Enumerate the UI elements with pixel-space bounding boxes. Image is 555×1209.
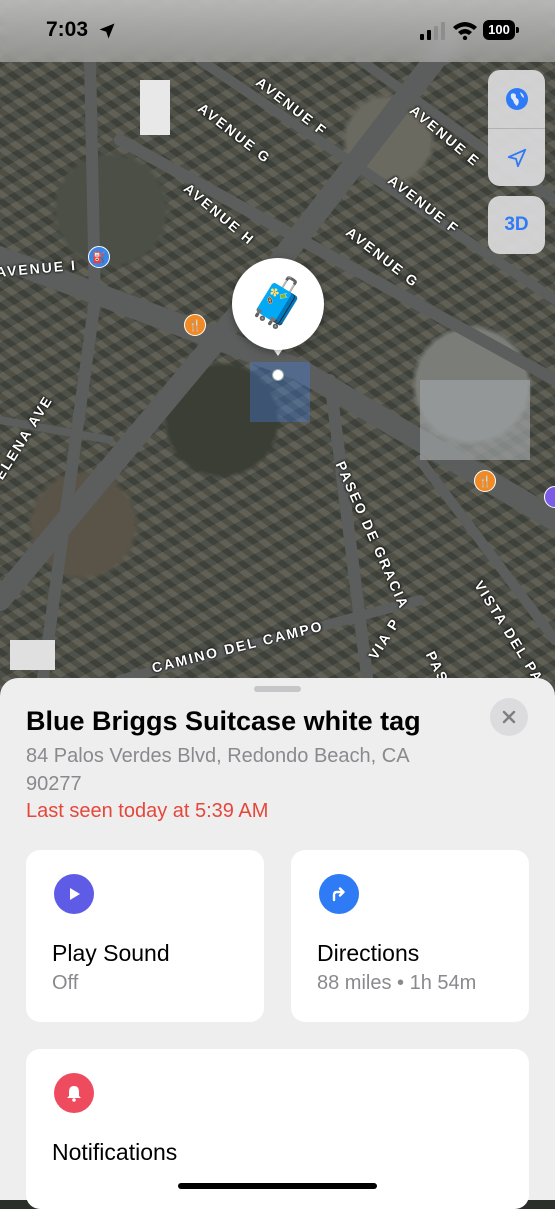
battery-indicator: 100 (483, 20, 519, 40)
status-bar: 7:03 100 (0, 0, 555, 62)
directions-card[interactable]: Directions 88 miles • 1h 54m (291, 850, 529, 1022)
cellular-signal-icon (420, 22, 445, 40)
wifi-icon (453, 22, 477, 40)
status-time: 7:03 (46, 18, 89, 41)
play-sound-status: Off (52, 972, 79, 994)
restaurant-icon[interactable]: 🍴 (474, 470, 496, 492)
track-location-button[interactable] (488, 128, 545, 186)
3d-toggle-button[interactable]: 3D (488, 196, 545, 254)
location-services-icon (99, 23, 115, 39)
globe-icon (505, 88, 528, 110)
item-address: 84 Palos Verdes Blvd, Redondo Beach, CA … (26, 745, 409, 795)
last-seen-text: Last seen today at 5:39 AM (26, 800, 269, 822)
directions-arrow-icon (319, 874, 359, 914)
location-arrow-icon (507, 148, 526, 168)
play-sound-title: Play Sound (52, 940, 170, 966)
map-style-button[interactable] (488, 70, 545, 128)
notifications-title: Notifications (52, 1139, 178, 1165)
directions-distance: 88 miles • 1h 54m (317, 972, 477, 994)
close-button[interactable] (490, 698, 528, 736)
item-location-dot (272, 369, 284, 381)
gas-station-icon[interactable]: ⛽ (88, 246, 110, 268)
restaurant-icon[interactable]: 🍴 (184, 314, 206, 336)
satellite-map[interactable]: AVENUE F AVENUE G AVENUE H AVENUE E AVEN… (0, 0, 555, 700)
suitcase-icon: 🧳 (248, 277, 308, 330)
bell-icon (54, 1073, 94, 1113)
play-icon (54, 874, 94, 914)
map-controls (488, 70, 545, 186)
home-indicator[interactable] (178, 1183, 377, 1189)
item-map-pin[interactable]: 🧳 (232, 258, 324, 350)
item-detail-sheet: Blue Briggs Suitcase white tag 84 Palos … (0, 678, 555, 1209)
play-sound-card[interactable]: Play Sound Off (26, 850, 264, 1022)
close-icon (502, 710, 516, 724)
item-title: Blue Briggs Suitcase white tag (26, 706, 421, 736)
sheet-grabber[interactable] (254, 686, 301, 692)
directions-title: Directions (317, 940, 420, 966)
